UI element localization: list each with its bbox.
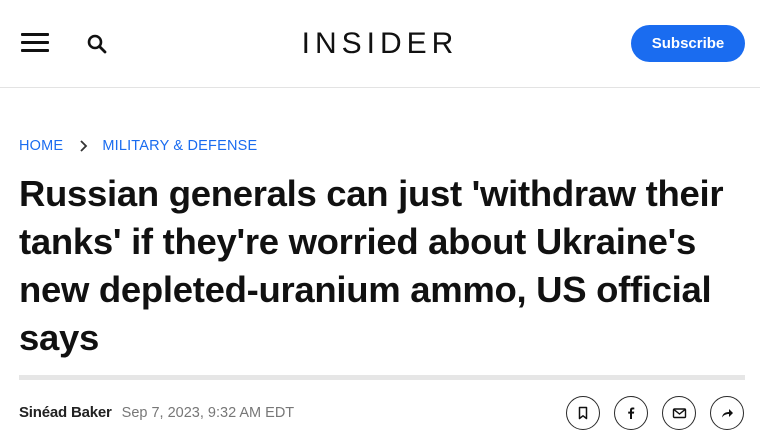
email-icon (672, 406, 687, 420)
site-header: INSIDER Subscribe (0, 0, 760, 88)
share-button[interactable] (710, 396, 744, 430)
email-share-button[interactable] (662, 396, 696, 430)
bookmark-button[interactable] (566, 396, 600, 430)
article-headline: Russian generals can just 'withdraw thei… (19, 173, 724, 358)
chevron-right-icon (77, 139, 91, 153)
facebook-icon (624, 406, 638, 420)
divider (19, 375, 745, 380)
menu-bar (21, 41, 49, 44)
hamburger-menu-icon[interactable] (21, 33, 49, 53)
byline: Sinéad Baker Sep 7, 2023, 9:32 AM EDT (19, 404, 294, 421)
search-icon[interactable] (86, 33, 108, 55)
site-logo[interactable]: INSIDER (280, 24, 480, 64)
breadcrumb-military-defense-link[interactable]: MILITARY & DEFENSE (102, 138, 257, 154)
breadcrumb: HOME MILITARY & DEFENSE (19, 136, 257, 156)
publish-date: Sep 7, 2023, 9:32 AM EDT (121, 405, 295, 421)
menu-bar (21, 33, 49, 36)
share-arrow-icon (720, 406, 734, 420)
bookmark-icon (576, 406, 590, 420)
breadcrumb-home-link[interactable]: HOME (19, 138, 63, 154)
author-name[interactable]: Sinéad Baker (19, 404, 112, 421)
menu-bar (21, 49, 49, 52)
subscribe-button[interactable]: Subscribe (631, 25, 745, 62)
facebook-share-button[interactable] (614, 396, 648, 430)
